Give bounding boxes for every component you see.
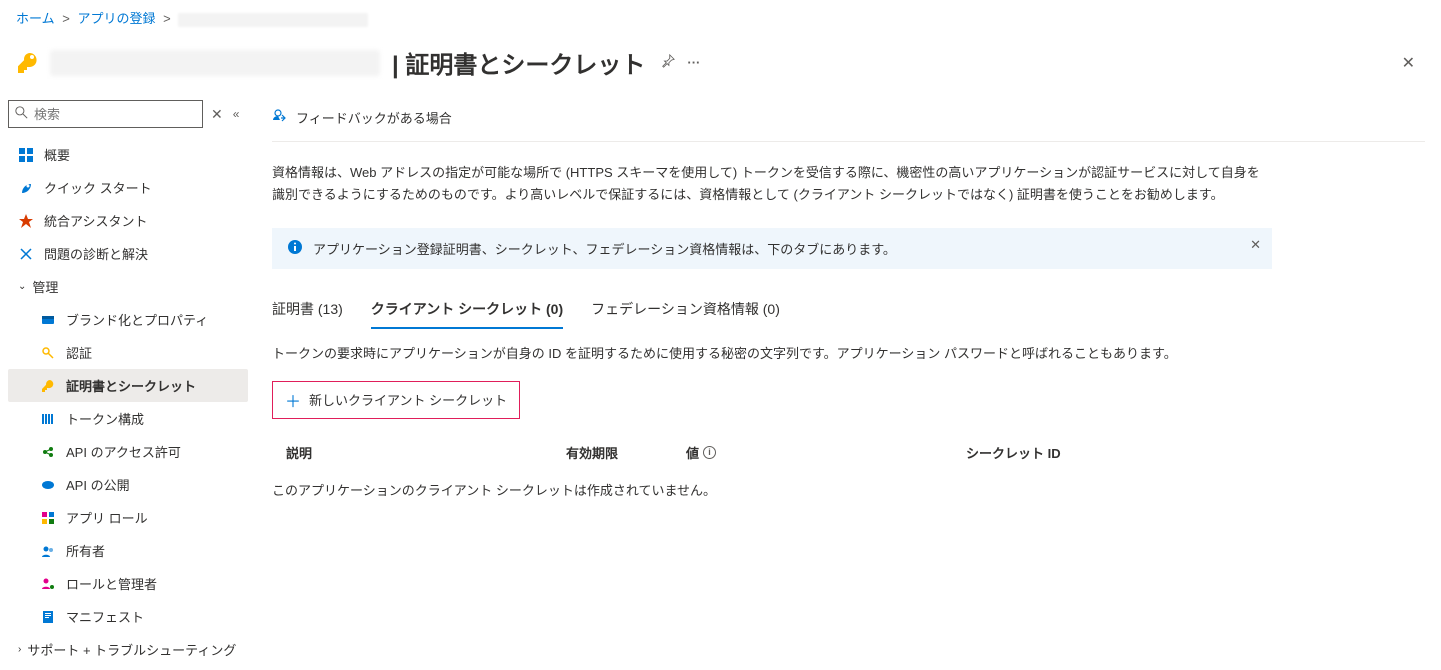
breadcrumb-home[interactable]: ホーム <box>16 11 55 26</box>
branding-icon <box>40 312 56 328</box>
column-secret-id: シークレット ID <box>966 443 1411 462</box>
sidebar-item-label: 認証 <box>66 343 92 362</box>
tab-federated[interactable]: フェデレーション資格情報 (0) <box>591 291 780 329</box>
sidebar: ✕ « 概要 クイック スタート 統合アシスタント 問題の診断と解決 ⌄ 管理 … <box>0 100 256 666</box>
chevron-right-icon: › <box>18 644 21 655</box>
chevron-down-icon: ⌄ <box>18 281 26 292</box>
feedback-bar: フィードバックがある場合 <box>272 100 1425 142</box>
breadcrumb-separator: > <box>62 11 70 26</box>
token-icon <box>40 411 56 427</box>
overview-icon <box>18 147 34 163</box>
info-icon <box>287 239 303 258</box>
sidebar-item-token[interactable]: トークン構成 <box>8 402 248 435</box>
info-help-icon[interactable]: i <box>703 446 716 459</box>
manifest-icon <box>40 609 56 625</box>
sidebar-item-manifest[interactable]: マニフェスト <box>8 600 248 633</box>
sidebar-item-label: 概要 <box>44 145 70 164</box>
certs-icon <box>40 378 56 394</box>
description-text: 資格情報は、Web アドレスの指定が可能な場所で (HTTPS スキーマを使用し… <box>272 142 1272 228</box>
sidebar-item-diagnose[interactable]: 問題の診断と解決 <box>8 237 248 270</box>
sidebar-item-auth[interactable]: 認証 <box>8 336 248 369</box>
feedback-link[interactable]: フィードバックがある場合 <box>296 108 452 127</box>
tabs: 証明書 (13) クライアント シークレット (0) フェデレーション資格情報 … <box>272 291 1425 330</box>
sidebar-item-branding[interactable]: ブランド化とプロパティ <box>8 303 248 336</box>
breadcrumb-app-redacted <box>178 13 368 27</box>
sidebar-item-label: クイック スタート <box>44 178 152 197</box>
page-header: | 証明書とシークレット ··· ✕ <box>0 35 1441 100</box>
main-content: フィードバックがある場合 資格情報は、Web アドレスの指定が可能な場所で (H… <box>256 100 1441 666</box>
sidebar-item-label: 問題の診断と解決 <box>44 244 148 263</box>
app-roles-icon <box>40 510 56 526</box>
sidebar-item-label: 統合アシスタント <box>44 211 147 230</box>
search-input[interactable] <box>34 107 196 122</box>
search-clear-icon[interactable]: ✕ <box>211 106 223 123</box>
sidebar-item-roles-admins[interactable]: ロールと管理者 <box>8 567 248 600</box>
owners-icon <box>40 543 56 559</box>
sidebar-item-owners[interactable]: 所有者 <box>8 534 248 567</box>
search-icon <box>15 106 28 122</box>
sidebar-item-label: トークン構成 <box>66 409 144 428</box>
sidebar-item-label: マニフェスト <box>66 607 144 626</box>
more-icon[interactable]: ··· <box>687 55 700 70</box>
column-value: 値 i <box>686 443 966 462</box>
plus-icon: ＋ <box>285 388 301 412</box>
sidebar-item-integration[interactable]: 統合アシスタント <box>8 204 248 237</box>
new-client-secret-button[interactable]: ＋ 新しいクライアント シークレット <box>272 381 520 419</box>
sidebar-item-app-roles[interactable]: アプリ ロール <box>8 501 248 534</box>
table-header: 説明 有効期限 値 i シークレット ID <box>272 435 1425 470</box>
sidebar-group-support[interactable]: › サポート + トラブルシューティング <box>8 633 248 666</box>
breadcrumb-apps[interactable]: アプリの登録 <box>77 11 155 26</box>
info-banner: アプリケーション登録証明書、シークレット、フェデレーション資格情報は、下のタブに… <box>272 228 1272 269</box>
sidebar-item-label: ロールと管理者 <box>66 574 157 593</box>
empty-state-text: このアプリケーションのクライアント シークレットは作成されていません。 <box>272 470 1425 509</box>
sidebar-item-certs-secrets[interactable]: 証明書とシークレット <box>8 369 248 402</box>
sidebar-group-label: サポート + トラブルシューティング <box>27 640 236 659</box>
integration-icon <box>18 213 34 229</box>
key-icon <box>16 51 40 75</box>
close-icon[interactable]: ✕ <box>1402 53 1415 73</box>
sidebar-group-label: 管理 <box>32 277 58 296</box>
pin-icon[interactable] <box>661 54 675 71</box>
api-perm-icon <box>40 444 56 460</box>
search-input-wrap[interactable] <box>8 100 203 128</box>
feedback-icon <box>272 108 288 127</box>
roles-admins-icon <box>40 576 56 592</box>
sidebar-item-label: 所有者 <box>66 541 105 560</box>
sidebar-item-overview[interactable]: 概要 <box>8 138 248 171</box>
sidebar-item-label: アプリ ロール <box>66 508 148 527</box>
sidebar-item-api-expose[interactable]: API の公開 <box>8 468 248 501</box>
tab-certificates[interactable]: 証明書 (13) <box>272 291 343 329</box>
breadcrumb-separator: > <box>163 11 171 26</box>
sidebar-collapse-icon[interactable]: « <box>233 107 240 121</box>
api-expose-icon <box>40 477 56 493</box>
sidebar-item-label: 証明書とシークレット <box>66 376 196 395</box>
tab-description: トークンの要求時にアプリケーションが自身の ID を証明するために使用する秘密の… <box>272 344 1425 365</box>
sidebar-item-label: API の公開 <box>66 475 130 494</box>
diagnose-icon <box>18 246 34 262</box>
page-title: | 証明書とシークレット <box>392 45 645 80</box>
column-description: 説明 <box>286 443 566 462</box>
info-close-icon[interactable]: ✕ <box>1250 237 1261 253</box>
sidebar-item-api-perm[interactable]: API のアクセス許可 <box>8 435 248 468</box>
column-expires: 有効期限 <box>566 443 686 462</box>
sidebar-item-label: ブランド化とプロパティ <box>66 310 208 329</box>
auth-icon <box>40 345 56 361</box>
app-name-redacted <box>50 50 380 76</box>
sidebar-group-manage[interactable]: ⌄ 管理 <box>8 270 248 303</box>
tab-client-secrets[interactable]: クライアント シークレット (0) <box>371 291 563 329</box>
sidebar-item-label: API のアクセス許可 <box>66 442 181 461</box>
quickstart-icon <box>18 180 34 196</box>
info-text: アプリケーション登録証明書、シークレット、フェデレーション資格情報は、下のタブに… <box>313 239 896 258</box>
button-label: 新しいクライアント シークレット <box>309 390 507 409</box>
sidebar-item-quickstart[interactable]: クイック スタート <box>8 171 248 204</box>
breadcrumb: ホーム > アプリの登録 > <box>0 0 1441 35</box>
